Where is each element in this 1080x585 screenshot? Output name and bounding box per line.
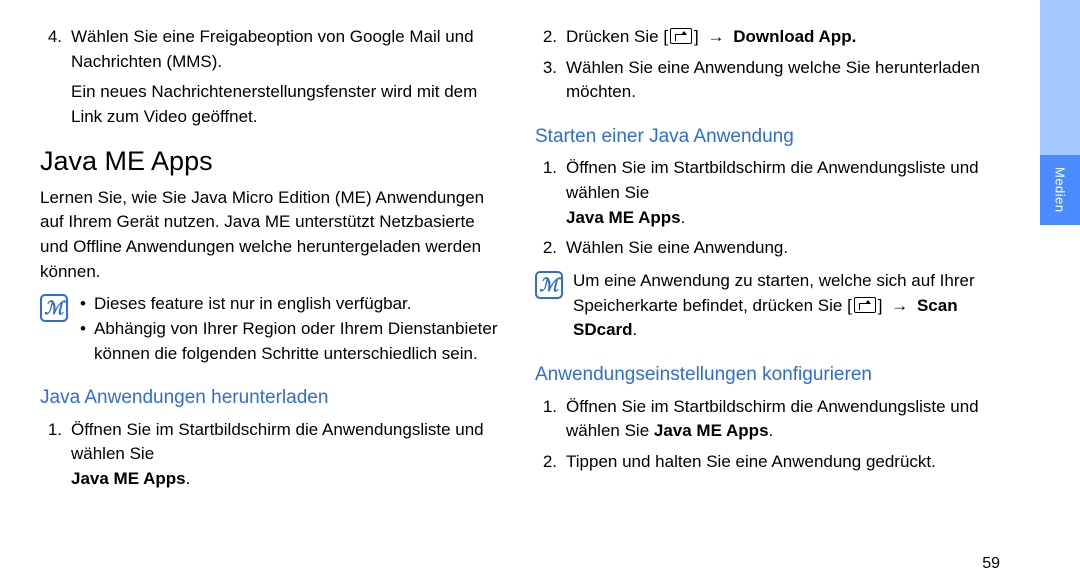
note-icon: ℳ <box>535 271 563 299</box>
note-post: ] <box>878 296 887 315</box>
period: . <box>681 208 686 227</box>
step-number: 2. <box>535 25 557 50</box>
step-text-plain: Öffnen Sie im Startbildschirm die Anwend… <box>71 420 484 464</box>
bullet-text: Abhängig von Ihrer Region oder Ihrem Die… <box>94 317 505 366</box>
bullet-text: Dieses feature ist nur in english verfüg… <box>94 292 505 317</box>
left-column: 4. Wählen Sie eine Freigabeoption von Go… <box>40 25 505 498</box>
note-box-2: ℳ Um eine Anwendung zu starten, welche s… <box>535 269 1000 343</box>
side-tab-bar: Medien <box>1040 0 1080 585</box>
start-step-2: 2. Wählen Sie eine Anwendung. <box>535 236 1000 261</box>
two-column-layout: 4. Wählen Sie eine Freigabeoption von Go… <box>40 25 1000 498</box>
menu-key-icon <box>670 28 692 44</box>
step-text-bold: Java ME Apps <box>71 469 186 488</box>
step-number: 1. <box>535 395 557 444</box>
note-content: • Dieses feature ist nur in english verf… <box>78 292 505 366</box>
step-text-a: Wählen Sie eine Freigabeoption von Googl… <box>71 27 474 71</box>
note-bullet-1: • Dieses feature ist nur in english verf… <box>78 292 505 317</box>
intro-paragraph: Lernen Sie, wie Sie Java Micro Edition (… <box>40 186 505 285</box>
text-post: ] <box>694 27 703 46</box>
download-step-1: 1. Öffnen Sie im Startbildschirm die Anw… <box>40 418 505 492</box>
step-number: 1. <box>535 156 557 230</box>
step-text: Öffnen Sie im Startbildschirm die Anwend… <box>566 156 1000 230</box>
side-tab-label: Medien <box>1053 167 1068 213</box>
period: . <box>633 320 638 339</box>
heading-config: Anwendungseinstellungen konfigurieren <box>535 361 1000 389</box>
page-number: 59 <box>982 555 1000 573</box>
step-text-bold: Java ME Apps <box>654 421 769 440</box>
right-column: 2. Drücken Sie [] → Download App. 3. Wäh… <box>535 25 1000 498</box>
side-tab-active: Medien <box>1040 155 1080 225</box>
step-number: 2. <box>535 236 557 261</box>
text-bold: Download App. <box>729 27 857 46</box>
step-text: Öffnen Sie im Startbildschirm die Anwend… <box>566 395 1000 444</box>
step-number: 3. <box>535 56 557 105</box>
bullet-dot: • <box>78 317 88 366</box>
config-step-2: 2. Tippen und halten Sie eine Anwendung … <box>535 450 1000 475</box>
step-4: 4. Wählen Sie eine Freigabeoption von Go… <box>40 25 505 74</box>
step-text-plain: Öffnen Sie im Startbildschirm die Anwend… <box>566 158 979 202</box>
note-content: Um eine Anwendung zu starten, welche sic… <box>573 269 1000 343</box>
bullet-dot: • <box>78 292 88 317</box>
period: . <box>186 469 191 488</box>
step-text-bold: Java ME Apps <box>566 208 681 227</box>
text-pre: Drücken Sie [ <box>566 27 668 46</box>
period: . <box>769 421 774 440</box>
download-step-2: 2. Drücken Sie [] → Download App. <box>535 25 1000 50</box>
side-spacer <box>1040 225 1080 585</box>
step-text: Drücken Sie [] → Download App. <box>566 25 1000 50</box>
step-number: 4. <box>40 25 62 74</box>
side-tab-inactive <box>1040 0 1080 155</box>
step-number: 1. <box>40 418 62 492</box>
note-box: ℳ • Dieses feature ist nur in english ve… <box>40 292 505 366</box>
heading-java-me-apps: Java ME Apps <box>40 142 505 181</box>
step-text: Wählen Sie eine Freigabeoption von Googl… <box>71 25 505 74</box>
step-text: Wählen Sie eine Anwendung. <box>566 236 1000 261</box>
note-icon: ℳ <box>40 294 68 322</box>
config-step-1: 1. Öffnen Sie im Startbildschirm die Anw… <box>535 395 1000 444</box>
step-text: Tippen und halten Sie eine Anwendung ged… <box>566 450 1000 475</box>
download-step-3: 3. Wählen Sie eine Anwendung welche Sie … <box>535 56 1000 105</box>
heading-start: Starten einer Java Anwendung <box>535 123 1000 151</box>
arrow-icon: → <box>708 27 725 46</box>
document-page: 4. Wählen Sie eine Freigabeoption von Go… <box>0 0 1040 585</box>
heading-download: Java Anwendungen herunterladen <box>40 384 505 412</box>
start-step-1: 1. Öffnen Sie im Startbildschirm die Anw… <box>535 156 1000 230</box>
step-number: 2. <box>535 450 557 475</box>
note-bullet-2: • Abhängig von Ihrer Region oder Ihrem D… <box>78 317 505 366</box>
arrow-icon: → <box>891 296 908 315</box>
step-subtext: Ein neues Nachrichtenerstellungsfenster … <box>40 80 505 129</box>
note-pre: [ <box>847 296 852 315</box>
menu-key-icon <box>854 297 876 313</box>
step-text: Öffnen Sie im Startbildschirm die Anwend… <box>71 418 505 492</box>
step-text: Wählen Sie eine Anwendung welche Sie her… <box>566 56 1000 105</box>
